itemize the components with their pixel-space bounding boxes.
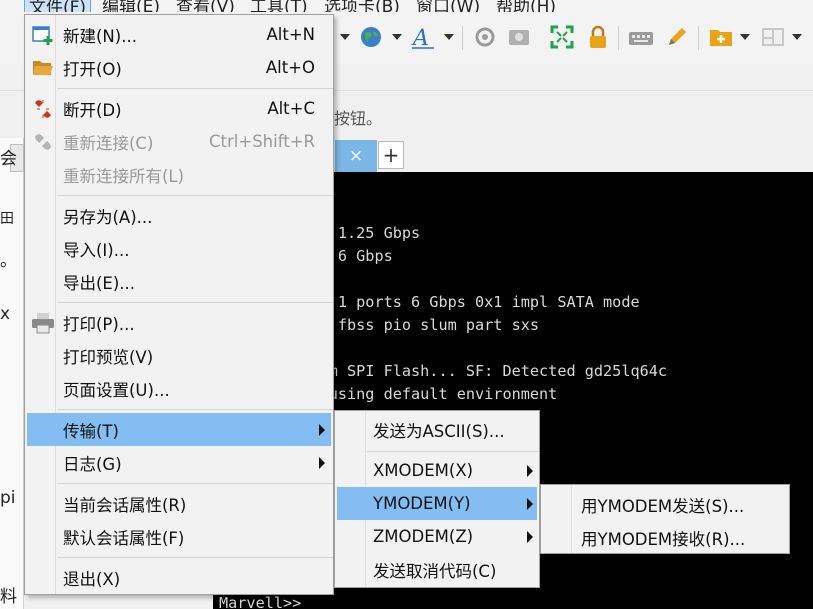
menu-item-reconnect-all: 重新连接所有(L)	[63, 166, 185, 186]
menu-item-print-preview[interactable]: 打印预览(V)	[27, 339, 331, 372]
menu-separator	[57, 302, 333, 303]
close-icon[interactable]: ×	[349, 146, 363, 166]
menu-item-ymodem-receive[interactable]: 用YMODEM接收(R)...	[543, 521, 787, 554]
fullscreen-icon[interactable]	[549, 24, 575, 50]
menubar-window[interactable]: 窗口(W)	[416, 0, 480, 12]
menu-item-transfer[interactable]: 传输(T)	[27, 413, 331, 446]
toolbar-separator	[462, 26, 463, 50]
add-folder-icon[interactable]	[708, 24, 734, 50]
menubar-edit[interactable]: 编辑(E)	[102, 0, 160, 12]
terminal-line: Marvell>>	[219, 594, 302, 609]
menu-item-reconnect: 重新连接(C) Ctrl+Shift+R	[27, 125, 331, 158]
menu-item-send-ascii[interactable]: 发送为ASCII(S)...	[337, 413, 537, 446]
button-bar-hint: 按钮。	[334, 109, 383, 128]
chevron-down-icon[interactable]	[392, 34, 402, 40]
printer-icon	[31, 311, 55, 335]
menu-bar: 文件(F) 编辑(E) 查看(V) 工具(T) 选项卡(B) 窗口(W) 帮助(…	[0, 0, 813, 12]
menubar-help[interactable]: 帮助(H)	[496, 0, 556, 12]
toolbar-separator	[618, 26, 619, 50]
chevron-down-icon[interactable]	[792, 34, 802, 40]
menu-item-disconnect[interactable]: 断开(D) Alt+C	[27, 92, 331, 125]
menu-item-new[interactable]: 新建(N)... Alt+N	[27, 18, 331, 51]
add-tab-button[interactable]: +	[378, 141, 404, 169]
menu-separator	[367, 451, 539, 452]
menu-separator	[57, 557, 333, 558]
chevron-down-icon[interactable]	[340, 34, 350, 40]
menu-item-open[interactable]: 打开(O) Alt+O	[27, 51, 331, 84]
menu-item-import[interactable]: 导入(I)...	[27, 232, 331, 265]
menu-separator	[57, 409, 333, 410]
sftp-icon[interactable]	[506, 24, 532, 50]
keyboard-icon[interactable]	[628, 24, 654, 50]
menu-separator	[57, 483, 333, 484]
panel-label: 田	[0, 211, 14, 227]
menu-item-print[interactable]: 打印(P)...	[27, 306, 331, 339]
panel-label: 。	[0, 251, 17, 271]
menu-item-exit[interactable]: 退出(X)	[27, 561, 331, 594]
panel-label: 会	[0, 149, 17, 169]
reconnect-icon	[31, 130, 55, 154]
panel-label: 料	[0, 587, 17, 607]
layout-icon[interactable]	[760, 24, 786, 50]
new-session-icon	[31, 23, 55, 47]
panel-label: x	[0, 304, 11, 324]
open-folder-icon	[31, 56, 55, 80]
menu-item-session-options[interactable]: 当前会话属性(R)	[27, 487, 331, 520]
chevron-right-icon	[319, 456, 325, 469]
file-menu: 新建(N)... Alt+N 打开(O) Alt+O 断开(D) Alt+C 重…	[24, 14, 334, 595]
menubar-view[interactable]: 查看(V)	[176, 0, 235, 12]
menu-item-xmodem[interactable]: XMODEM(X)	[337, 454, 537, 487]
menubar-file[interactable]: 文件(F)	[24, 0, 92, 12]
chevron-down-icon[interactable]	[444, 34, 454, 40]
svg-text:A: A	[411, 26, 429, 50]
refresh-icon[interactable]	[472, 24, 498, 50]
menu-item-ymodem-send[interactable]: 用YMODEM发送(S)...	[543, 488, 787, 521]
chevron-right-icon	[527, 530, 533, 543]
globe-icon[interactable]	[358, 24, 384, 50]
chevron-down-icon[interactable]	[740, 34, 750, 40]
menu-separator	[57, 195, 333, 196]
menu-item-ymodem[interactable]: YMODEM(Y)	[337, 487, 537, 520]
menubar-tabs[interactable]: 选项卡(B)	[324, 0, 400, 12]
disconnect-icon	[31, 97, 55, 121]
toolbar-separator	[698, 26, 699, 50]
menu-item-zmodem[interactable]: ZMODEM(Z)	[337, 520, 537, 553]
panel-label: pi	[0, 488, 16, 508]
menubar-tools[interactable]: 工具(T)	[250, 0, 308, 12]
session-manager-panel: 会 田 。 x pi 料	[0, 138, 24, 609]
chevron-right-icon	[527, 497, 533, 510]
menu-item-save-as[interactable]: 另存为(A)...	[27, 199, 331, 232]
font-icon[interactable]: A	[410, 24, 436, 50]
menu-item-send-cancel-code[interactable]: 发送取消代码(C)	[337, 553, 537, 586]
ymodem-submenu: 用YMODEM发送(S)... 用YMODEM接收(R)...	[540, 484, 790, 554]
menu-item-default-session-options[interactable]: 默认会话属性(F)	[27, 520, 331, 553]
chevron-right-icon	[527, 464, 533, 477]
pen-icon[interactable]	[664, 24, 690, 50]
menu-item-log[interactable]: 日志(G)	[27, 446, 331, 479]
menu-separator	[57, 88, 333, 89]
transfer-submenu: 发送为ASCII(S)... XMODEM(X) YMODEM(Y) ZMODE…	[334, 410, 540, 588]
session-tab[interactable]: ×	[335, 140, 377, 172]
lock-icon[interactable]	[585, 24, 611, 50]
menu-item-export[interactable]: 导出(E)...	[27, 265, 331, 298]
chevron-right-icon	[319, 423, 325, 436]
menu-item-page-setup[interactable]: 页面设置(U)...	[27, 372, 331, 405]
